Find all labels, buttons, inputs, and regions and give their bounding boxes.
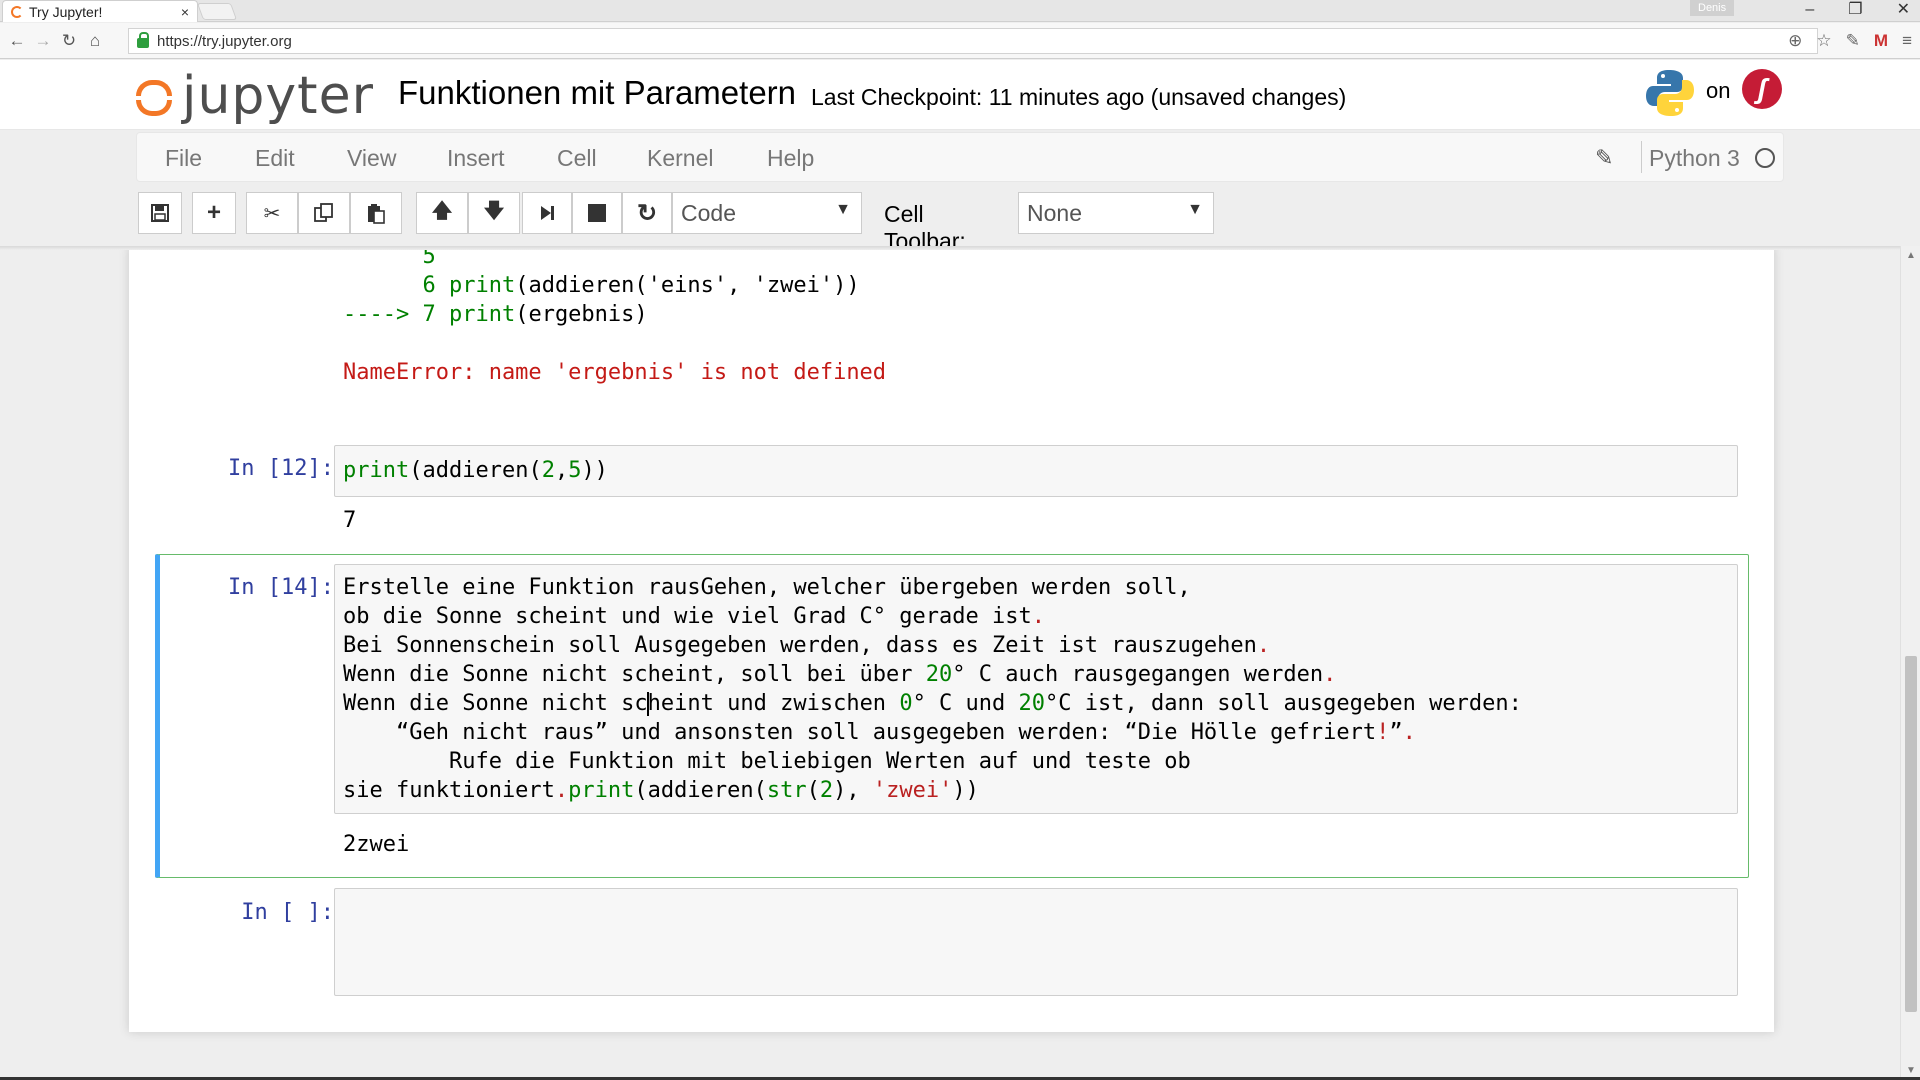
cell-output: 7 (343, 508, 357, 533)
menu-help[interactable]: Help (767, 145, 814, 172)
loading-spinner-icon (11, 5, 23, 18)
code-cell-input[interactable]: print(addieren(2,5)) (334, 445, 1738, 497)
menu-view[interactable]: View (347, 145, 396, 172)
menu-edit[interactable]: Edit (255, 145, 295, 172)
code-text: Erstelle eine Funktion rausGehen, welche… (343, 575, 1522, 803)
python-logo-icon (1646, 70, 1694, 116)
restart-kernel-button[interactable]: ↻ (622, 192, 672, 234)
arrow-down-icon: 🡇 (483, 200, 505, 222)
code-cell-input[interactable]: Erstelle eine Funktion rausGehen, welche… (334, 564, 1738, 814)
insert-cell-button[interactable]: + (192, 192, 236, 234)
run-cell-button[interactable] (522, 192, 572, 234)
traceback-line: ----> 7 print(ergebnis) (343, 302, 648, 327)
scrollbar[interactable]: ▲ ▼ (1900, 246, 1920, 1080)
arrow-up-icon: 🡅 (431, 200, 453, 222)
minimize-icon[interactable]: – (1805, 0, 1814, 20)
scroll-down-icon[interactable]: ▼ (1906, 1065, 1916, 1076)
cell-toolbar-select[interactable]: None ▼ (1018, 192, 1214, 234)
cell-type-value: Code (681, 199, 736, 226)
scissors-icon: ✂ (263, 202, 281, 225)
close-window-icon[interactable]: ✕ (1897, 0, 1910, 20)
tab-close-icon[interactable]: × (181, 4, 189, 20)
step-forward-icon (541, 206, 554, 220)
cell-toolbar-value: None (1027, 199, 1082, 226)
interrupt-kernel-button[interactable] (572, 192, 622, 234)
reload-icon[interactable]: ↻ (56, 31, 82, 51)
scroll-up-icon[interactable]: ▲ (1906, 250, 1916, 261)
menu-kernel[interactable]: Kernel (647, 145, 713, 172)
paste-icon (368, 204, 385, 224)
cell-prompt: In [14]: (228, 575, 334, 600)
extension-icon[interactable]: ✎ (1846, 31, 1860, 51)
copy-button[interactable] (298, 192, 350, 234)
browser-toolbar: ← → ↻ ⌂ https://try.jupyter.org ⊕ ☆ ✎ M … (0, 23, 1920, 59)
back-icon[interactable]: ← (4, 31, 30, 51)
stop-icon (588, 204, 606, 222)
menubar: File Edit View Insert Cell Kernel Help ✎… (136, 132, 1784, 182)
jupyter-logo-icon (136, 74, 174, 118)
url-text: https://try.jupyter.org (157, 32, 292, 50)
kernel-name: Python 3 (1649, 145, 1740, 171)
new-tab-button[interactable] (196, 3, 238, 20)
traceback-line: 6 print(addieren('eins', 'zwei')) (343, 273, 860, 298)
menu-insert[interactable]: Insert (447, 145, 505, 172)
tab-title: Try Jupyter! (29, 3, 103, 20)
error-message: NameError: name 'ergebnis' is not define… (343, 360, 887, 385)
code-cell-input[interactable] (334, 888, 1738, 996)
cell-prompt: In [ ]: (241, 900, 334, 925)
profile-badge[interactable]: Denis (1690, 0, 1735, 16)
kernel-idle-icon (1755, 148, 1775, 168)
gmail-icon[interactable]: M (1874, 31, 1888, 51)
plus-icon: + (206, 199, 221, 226)
home-icon[interactable]: ⌂ (82, 31, 108, 51)
save-icon (151, 204, 169, 222)
copy-icon (314, 203, 333, 222)
menu-cell[interactable]: Cell (557, 145, 597, 172)
chevron-down-icon: ▼ (1187, 201, 1203, 218)
browser-menu-icon[interactable]: ≡ (1902, 31, 1912, 51)
lock-icon (137, 32, 149, 48)
refresh-icon: ↻ (636, 199, 658, 227)
cell-prompt: In [12]: (228, 456, 334, 481)
browser-tab[interactable]: Try Jupyter! × (2, 0, 198, 22)
notebook-container: 5 6 print(addieren('eins', 'zwei')) ----… (0, 246, 1920, 1078)
cell-output: 2zwei (343, 832, 410, 857)
pencil-icon[interactable]: ✎ (1595, 145, 1613, 171)
bookmark-star-icon[interactable]: ☆ (1816, 31, 1831, 51)
kernel-separator (1641, 141, 1642, 173)
zoom-icon[interactable]: ⊕ (1788, 31, 1802, 51)
jupyter-header: jupyter Funktionen mit Parametern Last C… (0, 60, 1920, 130)
browser-tabstrip: Try Jupyter! × Denis – ❐ ✕ (0, 0, 1920, 22)
menu-file[interactable]: File (165, 145, 202, 172)
move-up-button[interactable]: 🡅 (416, 192, 468, 234)
paste-button[interactable] (350, 192, 402, 234)
jupyter-logo-text: jupyter (182, 66, 374, 126)
checkpoint-status: Last Checkpoint: 11 minutes ago (unsaved… (811, 84, 1347, 110)
notebook-page: 5 6 print(addieren('eins', 'zwei')) ----… (129, 246, 1774, 1032)
save-button[interactable] (138, 192, 182, 234)
restore-icon[interactable]: ❐ (1848, 0, 1862, 20)
chevron-down-icon: ▼ (835, 201, 851, 218)
on-label: on (1706, 78, 1731, 103)
toolbar-shadow (0, 246, 1920, 250)
rackspace-logo-icon: ʃ (1742, 69, 1782, 109)
forward-icon[interactable]: → (30, 31, 56, 51)
scrollbar-thumb[interactable] (1905, 656, 1917, 1012)
browser-actions: ⊕ ☆ ✎ M ≡ (1788, 31, 1912, 51)
cell-type-select[interactable]: Code ▼ (672, 192, 862, 234)
address-bar[interactable]: https://try.jupyter.org (128, 28, 1818, 54)
notebook-title[interactable]: Funktionen mit Parametern (398, 74, 796, 112)
move-down-button[interactable]: 🡇 (468, 192, 520, 234)
code-text: print(addieren(2,5)) (343, 458, 608, 483)
window-controls: – ❐ ✕ (1805, 0, 1910, 20)
jupyter-logo[interactable]: jupyter (136, 66, 374, 126)
cut-button[interactable]: ✂ (246, 192, 298, 234)
